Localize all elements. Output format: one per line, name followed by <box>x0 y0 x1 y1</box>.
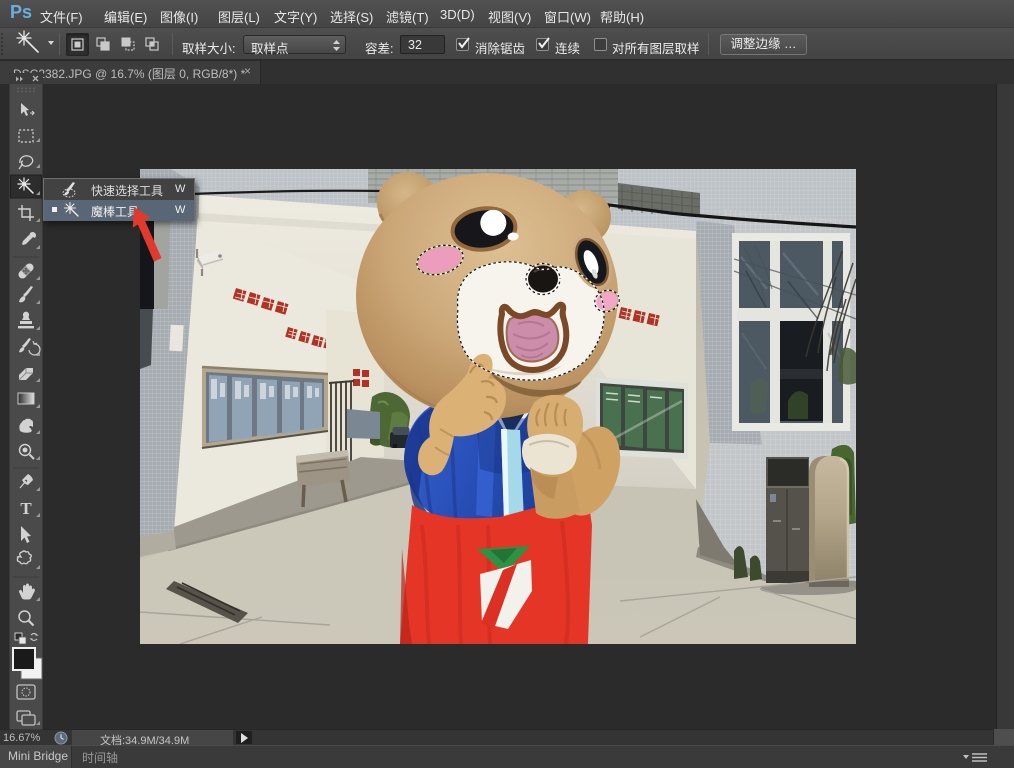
svg-text:T: T <box>20 499 32 518</box>
